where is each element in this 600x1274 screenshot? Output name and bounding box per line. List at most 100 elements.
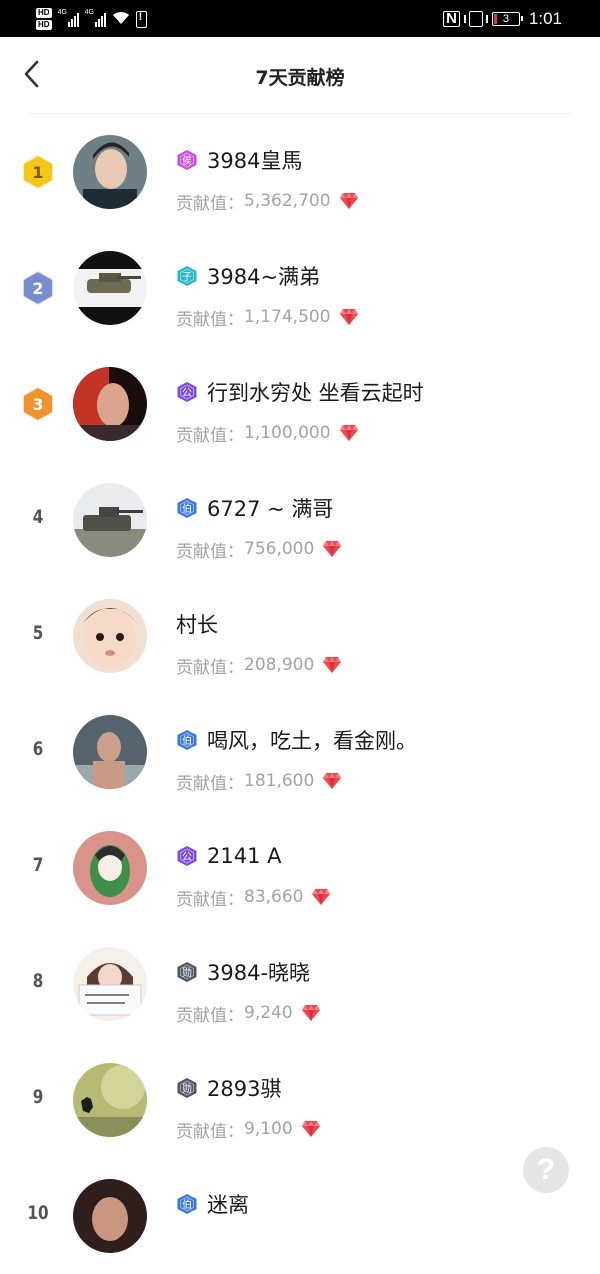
nfc-icon: N: [443, 11, 460, 27]
contribution-amount: 83,660: [244, 887, 304, 907]
avatar[interactable]: [73, 367, 147, 441]
avatar[interactable]: [73, 1063, 147, 1137]
vibrate-icon: [463, 11, 488, 27]
contribution-label: 贡献值：: [176, 309, 244, 330]
contribution-amount: 208,900: [244, 655, 315, 675]
user-name: 迷离: [207, 1193, 249, 1217]
leaderboard-row[interactable]: 4 伯 6727 ~ 满哥 贡献值： 756,000: [0, 462, 600, 578]
level-badge-icon: 公: [177, 846, 197, 866]
avatar[interactable]: [73, 1179, 147, 1253]
leaderboard-row[interactable]: 8 勋 3984-晓晓 贡献值： 9,240: [0, 926, 600, 1042]
status-bar-left: HD HD 4G 4G: [36, 6, 147, 32]
contribution-amount: 5,362,700: [244, 191, 331, 211]
page-title: 7天贡献榜: [255, 67, 345, 89]
avatar-image: [73, 1179, 147, 1253]
contribution-label: 贡献值：: [176, 1121, 244, 1142]
user-name: 3984皇馬: [207, 149, 303, 173]
rank-medal-icon: 1: [22, 154, 54, 190]
level-label: 侯: [182, 154, 192, 167]
avatar-image: [73, 831, 147, 905]
level-badge-icon: 侯: [177, 150, 197, 170]
level-label: 勋: [182, 966, 192, 979]
contribution-amount: 756,000: [244, 539, 315, 559]
status-bar-right: N 3 1:01: [443, 8, 562, 30]
user-name-line: 侯 3984皇馬: [176, 146, 302, 174]
rank-number: 4: [32, 506, 44, 528]
avatar[interactable]: [73, 251, 147, 325]
level-badge-icon: 伯: [177, 498, 197, 518]
level-label: 伯: [182, 502, 192, 515]
gem-icon: [339, 309, 358, 325]
avatar-image: [73, 1063, 147, 1137]
contribution-value: 贡献值： 5,362,700: [176, 190, 359, 214]
leaderboard-row[interactable]: 9 勋 2893骐 贡献值： 9,100: [0, 1042, 600, 1158]
contribution-label: 贡献值：: [176, 1005, 244, 1026]
avatar[interactable]: [73, 135, 147, 209]
contribution-amount: 9,100: [244, 1119, 293, 1139]
gem-icon: [301, 1121, 320, 1137]
level-label: 勋: [182, 1082, 192, 1095]
leaderboard-row[interactable]: 3 公 行到水穷处 坐看云起时 贡献值： 1,100,000: [0, 346, 600, 462]
contribution-value: 贡献值： 181,600: [176, 770, 342, 794]
avatar[interactable]: [73, 715, 147, 789]
avatar-image: [73, 599, 147, 673]
level-badge-icon: 子: [177, 266, 197, 286]
battery-icon: 3: [491, 12, 523, 26]
rank-number: 8: [32, 970, 44, 992]
leaderboard-row[interactable]: 7 公 2141 A 贡献值： 83,660: [0, 810, 600, 926]
avatar[interactable]: [73, 947, 147, 1021]
gem-icon: [301, 1005, 320, 1021]
contribution-amount: 1,174,500: [244, 307, 331, 327]
network-type: 4G: [84, 9, 94, 16]
contribution-value: 贡献值： 1,100,000: [176, 422, 359, 446]
user-name-line: 村长: [176, 610, 218, 638]
contribution-label: 贡献值：: [176, 541, 244, 562]
contribution-value: 贡献值： 9,240: [176, 1002, 321, 1026]
gem-icon: [339, 193, 358, 209]
user-name-line: 伯 6727 ~ 满哥: [176, 494, 333, 522]
signal-icon: 4G: [84, 9, 106, 27]
contribution-amount: 181,600: [244, 771, 315, 791]
rank-number: 2: [32, 279, 43, 298]
avatar[interactable]: [73, 599, 147, 673]
rank-medal-icon: 3: [22, 386, 54, 422]
rank-number: 3: [32, 395, 43, 414]
user-name-line: 公 行到水穷处 坐看云起时: [176, 378, 424, 406]
battery-warning-icon: [135, 10, 147, 28]
leaderboard-row[interactable]: 5 村长 贡献值： 208,900: [0, 578, 600, 694]
signal-icon: 4G: [58, 9, 79, 27]
contribution-value: 贡献值： 1,174,500: [176, 306, 359, 330]
level-label: 公: [182, 852, 192, 863]
leaderboard-row[interactable]: 6 伯 喝风，吃土，看金刚。 贡献值： 181,600: [0, 694, 600, 810]
level-badge-icon: 伯: [177, 730, 197, 750]
user-name: 行到水穷处 坐看云起时: [207, 381, 424, 405]
help-button[interactable]: ?: [523, 1147, 569, 1193]
header: 7天贡献榜: [0, 37, 600, 113]
hd-indicators: HD HD: [36, 8, 52, 30]
contribution-label: 贡献值：: [176, 425, 244, 446]
status-bar: HD HD 4G 4G N 3 1:01: [0, 0, 600, 37]
leaderboard-row[interactable]: 10 伯 迷离: [0, 1158, 600, 1274]
avatar-image: [73, 367, 147, 441]
contribution-label: 贡献值：: [176, 657, 244, 678]
clock: 1:01: [528, 9, 562, 28]
user-name: 3984~满弟: [207, 265, 321, 289]
rank-number: 5: [32, 622, 44, 644]
hd-badge: HD: [36, 8, 52, 18]
avatar[interactable]: [73, 483, 147, 557]
contribution-amount: 9,240: [244, 1003, 293, 1023]
avatar[interactable]: [73, 831, 147, 905]
contribution-label: 贡献值：: [176, 889, 244, 910]
leaderboard-row[interactable]: 2 子 3984~满弟 贡献值： 1,174,500: [0, 230, 600, 346]
leaderboard-row[interactable]: 1 侯 3984皇馬 贡献值： 5,362,700: [0, 114, 600, 230]
contribution-value: 贡献值： 208,900: [176, 654, 342, 678]
rank-number: 6: [32, 738, 44, 760]
rank-number: 9: [32, 1086, 44, 1108]
rank-number: 10: [27, 1202, 49, 1224]
question-icon: ?: [536, 1153, 556, 1186]
avatar-image: [73, 251, 147, 325]
contribution-amount: 1,100,000: [244, 423, 331, 443]
rank-medal-icon: 2: [22, 270, 54, 306]
contribution-label: 贡献值：: [176, 193, 244, 214]
user-name: 3984-晓晓: [207, 961, 311, 985]
